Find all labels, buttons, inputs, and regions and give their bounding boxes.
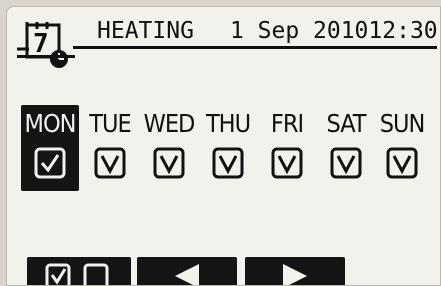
header-bar: 7 HEATING 1 Sep 2010 12:30 [17, 11, 438, 68]
day-sat[interactable]: SAT [317, 105, 375, 191]
weekday-selector: MON TUE WED THU FRI SAT SUN [21, 105, 431, 191]
screen-title: HEATING [97, 18, 194, 44]
checkbox-checked-icon[interactable] [386, 147, 418, 179]
checkbox-checked-icon[interactable] [330, 147, 362, 179]
next-button[interactable] [245, 257, 345, 285]
day-tue[interactable]: TUE [81, 105, 139, 191]
checkbox-toggle-icon [45, 263, 109, 285]
header-text-row: HEATING 1 Sep 2010 12:30 [73, 17, 438, 49]
header-time: 12:30 [368, 18, 438, 44]
softkey-bar [27, 257, 440, 285]
previous-button[interactable] [137, 257, 237, 285]
day-mon[interactable]: MON [21, 105, 79, 191]
day-fri[interactable]: FRI [258, 105, 316, 191]
header-divider [17, 55, 75, 58]
checkbox-checked-icon[interactable] [271, 147, 303, 179]
right-arrow-icon [283, 264, 307, 285]
day-label: MON [24, 109, 77, 138]
day-label: WED [143, 109, 196, 138]
day-sun[interactable]: SUN [373, 105, 431, 191]
header-date: 1 Sep 2010 [229, 18, 369, 44]
checkbox-checked-icon[interactable] [153, 147, 185, 179]
day-label: SAT [326, 109, 367, 138]
lcd-screen: 7 HEATING 1 Sep 2010 12:30 MON TUE WED T… [6, 6, 441, 286]
day-label: SUN [379, 109, 426, 138]
day-wed[interactable]: WED [140, 105, 198, 191]
day-thu[interactable]: THU [199, 105, 257, 191]
day-label: THU [205, 109, 251, 138]
day-label: FRI [270, 109, 304, 138]
day-label: TUE [89, 109, 131, 138]
checkbox-checked-icon[interactable] [94, 147, 126, 179]
calendar-clock-icon: 7 [17, 22, 68, 68]
checkbox-checked-icon[interactable] [34, 147, 66, 179]
toggle-checkbox-button[interactable] [27, 257, 131, 285]
left-arrow-icon [175, 264, 199, 285]
checkbox-checked-icon[interactable] [212, 147, 244, 179]
